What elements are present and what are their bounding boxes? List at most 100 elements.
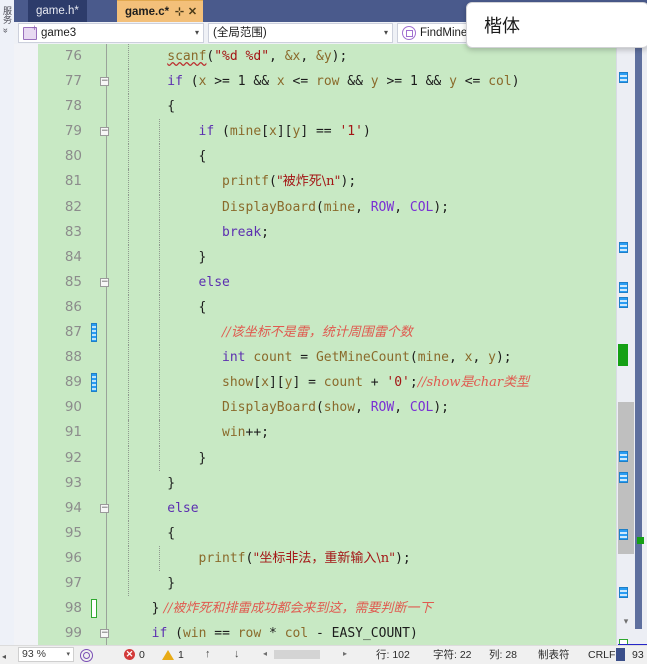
code-text: } [198,450,207,466]
indent-guide [128,320,129,346]
fold-toggle-icon[interactable]: − [100,629,109,639]
scope-dropdown[interactable]: (全局范围) ▾ [208,23,393,43]
outline-line [106,94,108,120]
next-item-icon[interactable]: ▸ [343,649,347,658]
code-line[interactable]: 91 win++; [38,420,647,446]
indent-guide [159,294,161,321]
code-line[interactable]: 98} //被炸死和排雷成功都会来到这，需要判断一下 [38,596,647,622]
code-line[interactable]: 83 break; [38,219,647,245]
scrollbar-marker [619,72,628,83]
indent-guide [128,69,129,95]
code-line[interactable]: 88 int count = GetMineCount(mine, x, y); [38,345,647,371]
indent-guide [128,470,129,496]
prev-item-icon[interactable]: ◂ [263,649,267,658]
line-number: 93 [64,474,82,491]
fold-toggle-icon[interactable]: − [100,77,109,87]
caret-col-indicator[interactable]: 列: 28 [489,648,517,662]
scrollbar-track[interactable]: ▾ [617,44,635,629]
change-marker [91,373,97,393]
tab-game-c[interactable]: game.c* ⊹ ✕ [117,0,204,23]
line-number: 88 [64,349,82,366]
line-ending-indicator[interactable]: CRLF [588,648,615,662]
font-name-tooltip: 楷体 [466,2,647,48]
code-text-area[interactable]: 76 scanf("%d %d", &x, &y); 77 − if (x >= 1 &… [38,44,647,646]
code-line[interactable]: 97} [38,570,647,597]
code-text: { [198,299,207,315]
indent-guide [159,269,161,295]
zoom-left-arrow-icon[interactable]: ◂ [2,650,6,664]
close-icon[interactable]: ✕ [188,1,197,23]
tabs-mode-indicator[interactable]: 制表符 [538,648,570,662]
encoding-indicator: 93 [632,649,644,661]
dock-label-services[interactable]: 服务 [1,6,14,24]
code-line[interactable]: 87 //该坐标不是雷，统计周围雷个数 [38,320,647,346]
code-line[interactable]: 79 − if (mine[x][y] == '1') [38,119,647,145]
scrollbar-marker [619,242,628,253]
line-number: 92 [64,449,82,466]
indent-guide [159,194,161,220]
code-line[interactable]: 92} [38,445,647,471]
indent-guide [159,370,161,396]
editor-left-margin [14,44,39,646]
chevron-down-icon[interactable]: ▾ [66,648,70,661]
line-number: 91 [64,424,82,441]
outline-line [106,244,108,270]
dock-expand-chevron-icon[interactable]: » [1,28,11,33]
line-number: 80 [64,148,82,165]
vertical-scrollbar[interactable]: ▾ [616,44,647,664]
line-number: 77 [64,73,82,90]
line-number: 81 [64,173,82,190]
arrow-up-icon[interactable]: ↑ [205,648,211,660]
code-line[interactable]: 86 { [38,294,647,321]
code-line[interactable]: 95 { [38,520,647,546]
outline-line [106,545,108,571]
line-number: 89 [64,374,82,391]
fold-toggle-icon[interactable]: − [100,277,109,287]
caret-line-indicator[interactable]: 行: 102 [376,648,410,662]
code-line[interactable]: 99 − if (win == row * col - EASY_COUNT) [38,621,647,646]
scrollbar-marker [618,344,628,366]
code-line[interactable]: 80 { [38,144,647,170]
scrollbar-marker [619,529,628,540]
outline-line [106,420,108,446]
code-line[interactable]: 94 − else [38,495,647,521]
code-text: break; [222,224,269,240]
error-icon[interactable]: ✕ [124,649,135,660]
caret-char-indicator[interactable]: 字符: 22 [433,648,472,662]
code-line[interactable]: 89 show[x][y] = count + '0';//show是char类型 [38,370,647,396]
indent-guide [159,395,161,421]
code-line[interactable]: 81 printf("被炸死\n"); [38,169,647,195]
indent-guide [128,545,129,571]
fold-toggle-icon[interactable]: − [100,127,109,137]
pin-icon[interactable]: ⊹ [175,1,184,23]
code-editor[interactable]: 76 scanf("%d %d", &x, &y); 77 − if (x >= 1 &… [14,44,647,646]
line-number: 87 [64,324,82,341]
arrow-down-icon[interactable]: ↓ [234,648,240,660]
warning-icon[interactable] [162,650,174,660]
outline-line [106,445,108,471]
code-line[interactable]: 90 DisplayBoard(show, ROW, COL); [38,395,647,421]
outline-line [106,294,108,321]
intellisense-status-icon[interactable] [80,649,93,662]
code-line[interactable]: 93} [38,470,647,496]
chevron-down-icon[interactable]: ▾ [195,24,199,42]
outline-line [106,194,108,220]
project-dropdown[interactable]: game3 ▾ [18,23,204,43]
code-line[interactable]: 82 DisplayBoard(mine, ROW, COL); [38,194,647,220]
code-line[interactable]: 78 { [38,94,647,120]
code-line[interactable]: 85 − else [38,269,647,295]
tab-game-h[interactable]: game.h* [28,0,87,22]
indent-guide [159,219,161,245]
visual-studio-window: 服务 » game.h* game.c* ⊹ ✕ game3 ▾ (全局范围) … [0,0,647,664]
code-line[interactable]: 96 printf("坐标非法，重新输入\n"); [38,545,647,571]
code-line[interactable]: 77 − if (x >= 1 && x <= row && y >= 1 && y… [38,69,647,95]
status-bar: ◂ 93 % ▾ ✕ 0 1 ↑ ↓ ◂ ▸ 行: 102 字符: 22 列: … [0,645,647,664]
fold-toggle-icon[interactable]: − [100,503,109,513]
scroll-down-arrow-icon[interactable]: ▾ [620,615,632,627]
zoom-level-dropdown[interactable]: 93 % ▾ [18,647,74,662]
change-marker [91,599,97,619]
code-text: { [167,99,176,115]
chevron-down-icon[interactable]: ▾ [384,24,388,42]
zoom-level-value: 93 % [22,648,46,660]
code-line[interactable]: 84} [38,244,647,270]
